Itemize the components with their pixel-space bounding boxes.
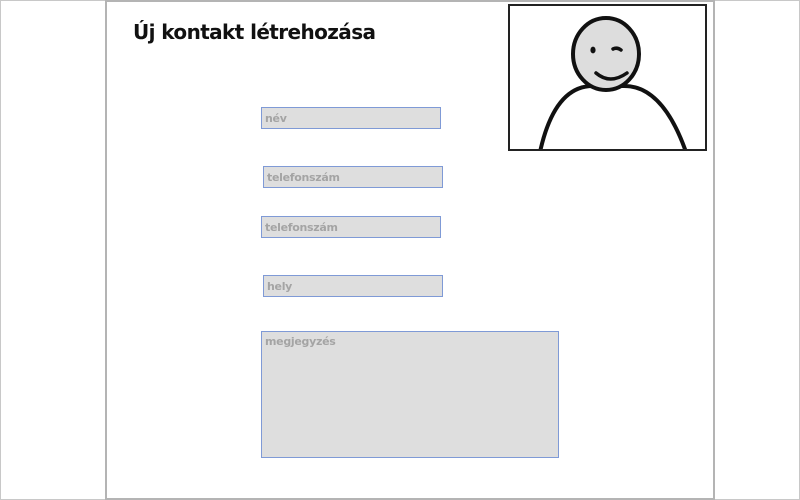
name-input[interactable]: [261, 107, 441, 129]
phone-input-2[interactable]: [261, 216, 441, 238]
place-input[interactable]: [263, 275, 443, 297]
contact-photo[interactable]: [508, 4, 707, 151]
notes-textarea[interactable]: [261, 331, 559, 458]
phone-input-1[interactable]: [263, 166, 443, 188]
page-title: Új kontakt létrehozása: [133, 20, 376, 44]
person-placeholder-icon: [538, 16, 687, 149]
